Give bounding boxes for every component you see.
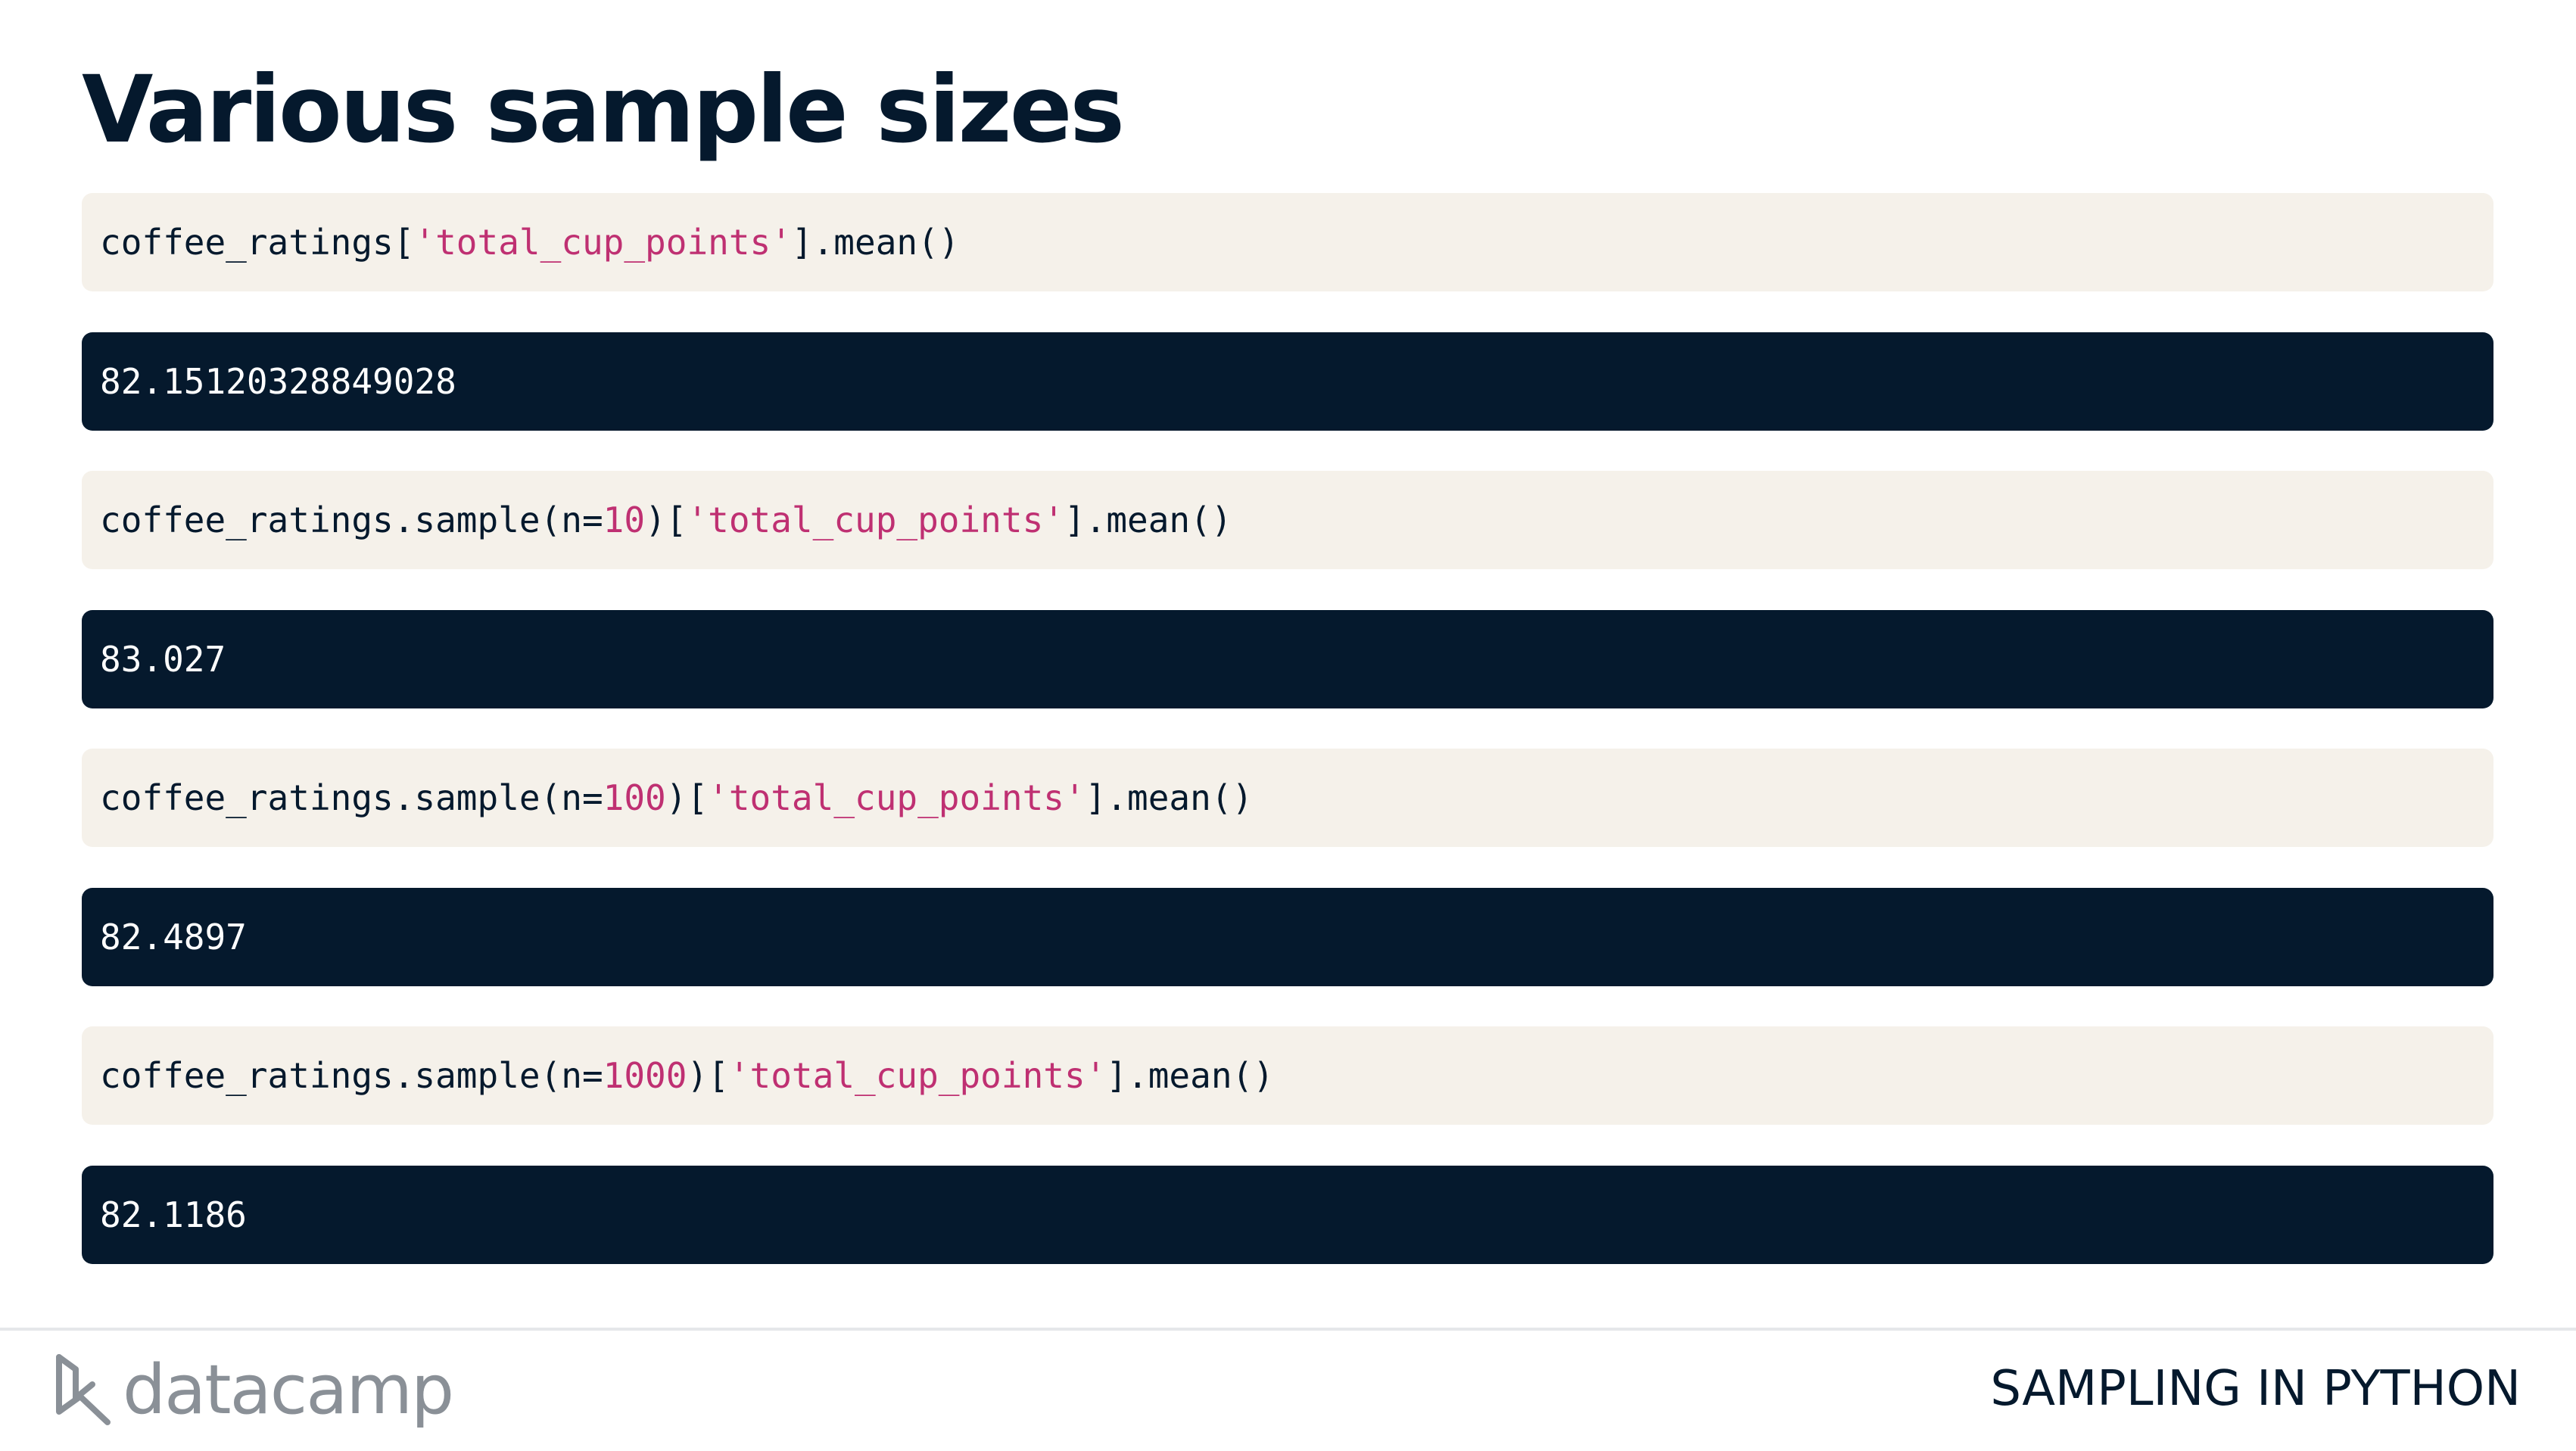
output-text: 83.027 <box>100 639 226 680</box>
datacamp-logo: datacamp <box>53 1349 454 1432</box>
code-block-population-mean: coffee_ratings['total_cup_points'].mean(… <box>82 193 2493 291</box>
code-text: )[ <box>665 777 709 818</box>
code-block-sample-100: coffee_ratings.sample(n= 100)['total_cup_… <box>82 749 2493 847</box>
course-title: SAMPLING IN PYTHON <box>1990 1361 2521 1417</box>
output-text: 82.4897 <box>100 917 247 957</box>
string-literal: 'total_cup_points' <box>728 1055 1107 1096</box>
code-text: ].mean() <box>1064 500 1232 540</box>
number-literal: 100 <box>603 777 666 818</box>
string-literal: 'total_cup_points' <box>708 777 1086 818</box>
number-literal: 10 <box>603 500 646 540</box>
slide-title: Various sample sizes <box>82 56 1125 163</box>
footer-divider <box>0 1328 2576 1331</box>
code-text: coffee_ratings.sample(n= <box>100 500 603 540</box>
logo-wordmark: datacamp <box>123 1350 454 1430</box>
code-text: coffee_ratings.sample(n= <box>100 777 603 818</box>
code-text: coffee_ratings[ <box>100 222 415 263</box>
output-block-population-mean: 82.15120328849028 <box>82 332 2493 431</box>
string-literal: 'total_cup_points' <box>687 500 1064 540</box>
output-block-sample-1000: 82.1186 <box>82 1166 2493 1264</box>
output-text: 82.1186 <box>100 1194 247 1235</box>
code-text: )[ <box>645 500 687 540</box>
string-literal: 'total_cup_points' <box>414 222 792 263</box>
output-block-sample-100: 82.4897 <box>82 888 2493 986</box>
output-text: 82.15120328849028 <box>100 361 456 402</box>
code-text: ].mean() <box>1106 1055 1274 1096</box>
code-text: ].mean() <box>791 222 960 263</box>
code-text: coffee_ratings.sample(n= <box>100 1055 603 1096</box>
code-block-sample-10: coffee_ratings.sample(n= 10)['total_cup_p… <box>82 471 2493 569</box>
code-text: ].mean() <box>1085 777 1254 818</box>
code-text: )[ <box>687 1055 729 1096</box>
output-block-sample-10: 83.027 <box>82 610 2493 708</box>
datacamp-logo-icon <box>56 1354 111 1425</box>
code-block-sample-1000: coffee_ratings.sample(n= 1000)['total_cup… <box>82 1026 2493 1125</box>
number-literal: 1000 <box>603 1055 687 1096</box>
